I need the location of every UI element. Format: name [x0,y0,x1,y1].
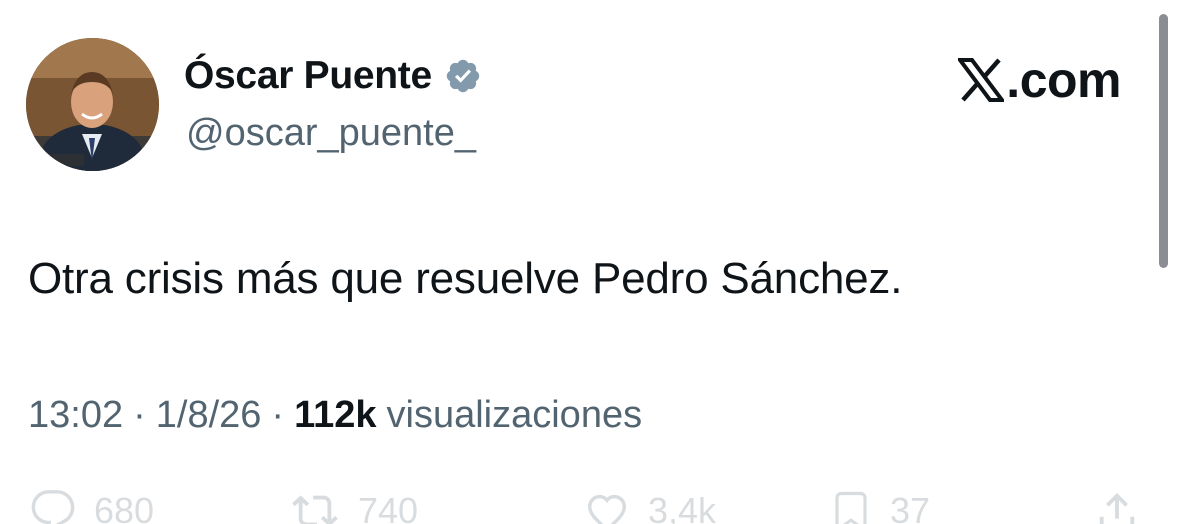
tweet-card: Óscar Puente @oscar_puente_ .com Otra cr… [0,0,1179,524]
tweet-time[interactable]: 13:02 [28,394,123,437]
share-icon [1099,492,1135,524]
views-count: 112k [294,394,377,436]
verified-badge-icon [444,57,482,95]
meta-separator: · [271,394,285,436]
author-name-row: Óscar Puente [184,54,482,98]
tweet-date[interactable]: 1/8/26 [156,394,262,437]
like-button[interactable]: 3,4k [584,488,716,524]
repost-button[interactable]: 740 [290,488,418,524]
bookmark-button[interactable]: 37 [830,488,930,524]
actions-row: 680 740 3,4k 37 [0,488,1179,524]
like-count: 3,4k [648,490,717,524]
tweet-text: Otra crisis más que resuelve Pedro Sánch… [28,254,903,303]
repost-count: 740 [358,490,419,524]
views-label: visualizaciones [386,394,643,436]
reply-button[interactable]: 680 [30,488,154,524]
brand-domain: .com [1006,52,1121,108]
reply-icon [31,490,75,524]
repost-icon [292,495,338,524]
avatar-photo [26,38,159,171]
bookmark-icon [835,491,867,524]
author-handle[interactable]: @oscar_puente_ [186,112,476,155]
reply-count: 680 [94,490,155,524]
bookmark-count: 37 [890,490,931,524]
scrollbar[interactable] [1159,14,1168,268]
share-button[interactable] [1094,488,1140,524]
heart-icon [588,494,626,524]
author-name[interactable]: Óscar Puente [184,54,432,98]
tweet-meta: 13:02 · 1/8/26 · 112k visualizaciones [28,394,642,437]
brand: .com [956,52,1121,108]
meta-separator: · [133,394,146,436]
x-logo-icon [956,58,1007,102]
avatar[interactable] [26,38,159,171]
